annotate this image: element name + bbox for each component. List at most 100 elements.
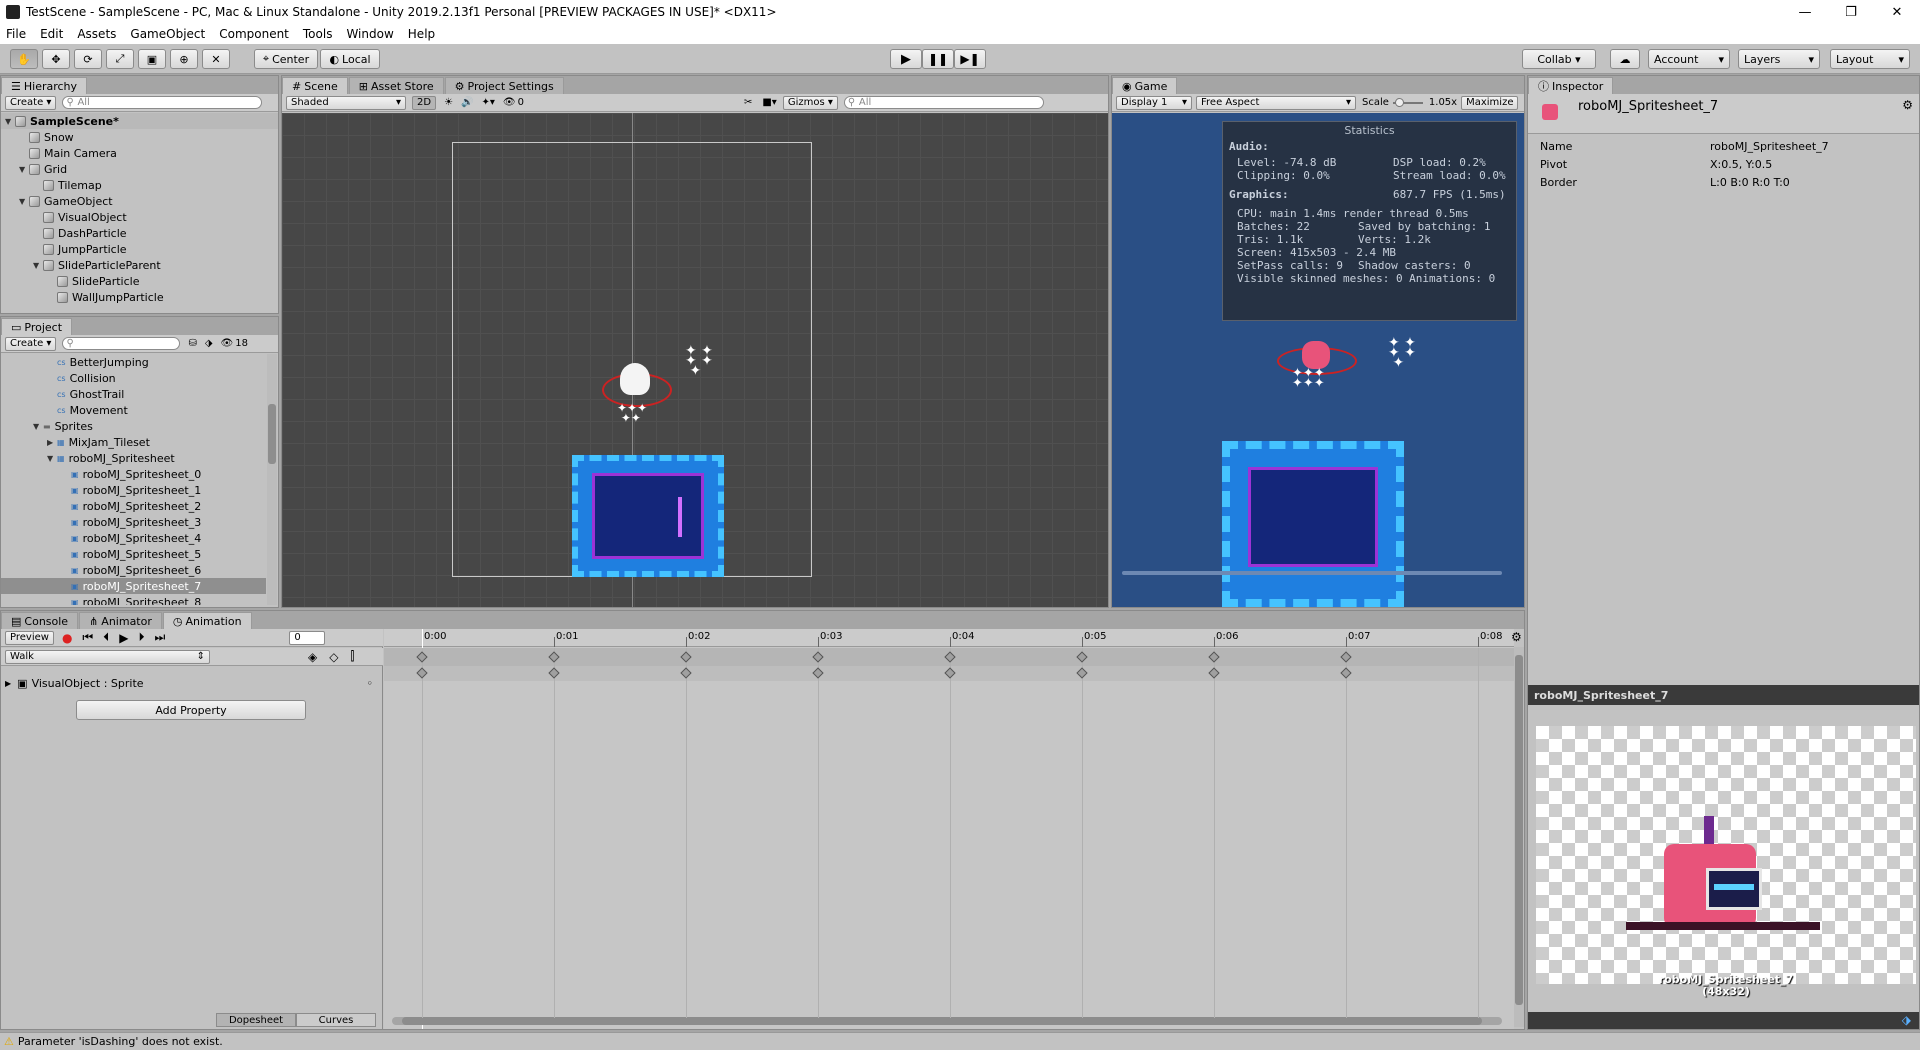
project-item[interactable]: cs Movement — [1, 402, 266, 418]
play-animation-icon[interactable]: ▶ — [119, 631, 128, 645]
scene-row[interactable]: ▼ SampleScene* — [1, 113, 278, 129]
rotate-tool-button[interactable]: ⟳ — [74, 49, 102, 69]
project-search-input[interactable]: ⚲ — [62, 337, 181, 350]
mode-2d-toggle[interactable]: 2D — [412, 95, 437, 110]
shading-mode-dropdown[interactable]: Shaded ▾ — [286, 95, 406, 110]
project-item[interactable]: ▣ roboMJ_Spritesheet_7 — [1, 578, 266, 594]
maximize-button[interactable]: ❐ — [1828, 0, 1874, 24]
menu-help[interactable]: Help — [408, 27, 435, 41]
hierarchy-item[interactable]: JumpParticle — [1, 241, 278, 257]
hidden-packages-icon[interactable]: 👁 — [221, 338, 234, 349]
tab-game[interactable]: ◉ Game — [1112, 77, 1178, 94]
custom-tool-button[interactable]: ✕ — [202, 49, 230, 69]
tab-inspector[interactable]: ⓘ Inspector — [1528, 77, 1614, 94]
expand-arrow-icon[interactable]: ▼ — [5, 117, 15, 126]
record-icon[interactable]: ● — [62, 631, 72, 645]
account-dropdown[interactable]: Account ▾ — [1648, 49, 1730, 69]
expand-arrow-icon[interactable]: ▼ — [33, 422, 43, 431]
status-message[interactable]: Parameter 'isDashing' does not exist. — [18, 1035, 223, 1048]
tab-asset-store[interactable]: ⊞ Asset Store — [348, 77, 444, 94]
menu-edit[interactable]: Edit — [40, 27, 63, 41]
rect-tool-button[interactable]: ▣ — [138, 49, 166, 69]
expand-arrow-icon[interactable]: ▼ — [33, 261, 43, 270]
project-item[interactable]: ▶ ▦ MixJam_Tileset — [1, 434, 266, 450]
project-item[interactable]: ▼ ▦ roboMJ_Spritesheet — [1, 450, 266, 466]
timeline-vscroll[interactable] — [1514, 647, 1524, 1027]
add-property-icon[interactable]: ⫿ — [350, 649, 354, 664]
menu-tools[interactable]: Tools — [303, 27, 333, 41]
hierarchy-item[interactable]: VisualObject — [1, 209, 278, 225]
project-scrollbar-thumb[interactable] — [268, 404, 276, 464]
menu-gameobject[interactable]: GameObject — [130, 27, 205, 41]
settings-gear-icon[interactable]: ⚙ — [1902, 98, 1913, 112]
layout-dropdown[interactable]: Layout ▾ — [1830, 49, 1910, 69]
step-button[interactable]: ▶❚ — [954, 49, 986, 69]
project-item[interactable]: ▣ roboMJ_Spritesheet_4 — [1, 530, 266, 546]
next-keyframe-icon[interactable]: ⏵ — [138, 630, 144, 645]
project-item[interactable]: cs BetterJumping — [1, 354, 266, 370]
move-tool-button[interactable]: ✥ — [42, 49, 70, 69]
project-item[interactable]: cs Collision — [1, 370, 266, 386]
project-item[interactable]: cs GhostTrail — [1, 386, 266, 402]
project-item[interactable]: ▣ roboMJ_Spritesheet_1 — [1, 482, 266, 498]
hierarchy-item[interactable]: Main Camera — [1, 145, 278, 161]
hand-tool-button[interactable]: ✋ — [10, 49, 38, 69]
prev-keyframe-icon[interactable]: ⏴ — [103, 630, 109, 645]
menu-assets[interactable]: Assets — [77, 27, 116, 41]
display-dropdown[interactable]: Display 1 ▾ — [1116, 95, 1192, 110]
scale-slider-thumb[interactable] — [1394, 97, 1404, 107]
tilemap-platform[interactable] — [572, 455, 724, 577]
close-button[interactable]: ✕ — [1874, 0, 1920, 24]
menu-file[interactable]: File — [6, 27, 26, 41]
hierarchy-item[interactable]: DashParticle — [1, 225, 278, 241]
project-item[interactable]: ▣ roboMJ_Spritesheet_8 — [1, 594, 266, 606]
timeline-settings-icon[interactable]: ⚙ — [1511, 630, 1522, 644]
preview-toggle[interactable]: Preview — [5, 630, 54, 645]
hierarchy-item[interactable]: ▼ GameObject — [1, 193, 278, 209]
layers-dropdown[interactable]: Layers ▾ — [1738, 49, 1820, 69]
tab-project[interactable]: ▭ Project — [1, 318, 73, 335]
aspect-dropdown[interactable]: Free Aspect ▾ — [1196, 95, 1356, 110]
add-event-icon[interactable]: ◇ — [329, 650, 338, 664]
minimize-button[interactable]: — — [1782, 0, 1828, 24]
hierarchy-item[interactable]: ▼ Grid — [1, 161, 278, 177]
scale-tool-button[interactable]: ⤢ — [106, 49, 134, 69]
tab-console[interactable]: ▤ Console — [1, 612, 79, 629]
gizmos-dropdown[interactable]: Gizmos ▾ — [782, 95, 838, 110]
menu-component[interactable]: Component — [219, 27, 289, 41]
hierarchy-item[interactable]: WallJumpParticle — [1, 289, 278, 305]
play-button[interactable]: ▶ — [890, 49, 922, 69]
timeline-ruler[interactable]: 0:00 0:01 0:02 0:03 0:04 0:05 0:06 0:07 0:08 — [384, 629, 1514, 647]
add-property-button[interactable]: Add Property — [76, 700, 306, 720]
pause-button[interactable]: ❚❚ — [922, 49, 954, 69]
scene-tools-icon[interactable]: ✂ — [744, 97, 752, 108]
curves-tab[interactable]: Curves — [296, 1013, 376, 1027]
project-item[interactable]: ▼ ▬ Sprites — [1, 418, 266, 434]
expand-arrow-icon[interactable]: ▼ — [19, 165, 29, 174]
collab-button[interactable]: Collab ▾ — [1522, 49, 1596, 69]
project-item[interactable]: ▣ roboMJ_Spritesheet_3 — [1, 514, 266, 530]
expand-arrow-icon[interactable]: ▼ — [47, 454, 57, 463]
hierarchy-item[interactable]: Snow — [1, 129, 278, 145]
last-keyframe-icon[interactable]: ⏭ — [155, 630, 166, 645]
timeline-vscroll-thumb[interactable] — [1515, 655, 1523, 1005]
pivot-center-button[interactable]: ⌖ Center — [254, 49, 318, 69]
tab-animation[interactable]: ◷ Animation — [162, 612, 252, 629]
audio-icon[interactable]: 🔊 — [461, 97, 473, 108]
lighting-icon[interactable]: ☀ — [444, 97, 453, 108]
expand-arrow-icon[interactable]: ▼ — [19, 197, 29, 206]
effects-icon[interactable]: ✦▾ — [481, 97, 494, 108]
project-item[interactable]: ▣ roboMJ_Spritesheet_2 — [1, 498, 266, 514]
tab-project-settings[interactable]: ⚙ Project Settings — [444, 77, 564, 94]
sprite-preview[interactable] — [1536, 726, 1916, 984]
project-item[interactable]: ▣ roboMJ_Spritesheet_6 — [1, 562, 266, 578]
project-item[interactable]: ▣ roboMJ_Spritesheet_5 — [1, 546, 266, 562]
filter-label-icon[interactable]: ⬗ — [205, 338, 213, 349]
transform-tool-button[interactable]: ⊕ — [170, 49, 198, 69]
frame-field[interactable]: 0 — [289, 630, 326, 645]
timeline-scrollbar[interactable] — [392, 1017, 1502, 1025]
scene-search-input[interactable]: All ⚲ — [843, 96, 1044, 109]
hierarchy-create-button[interactable]: Create ▾ — [5, 95, 57, 110]
expand-arrow-icon[interactable]: ▶ — [47, 438, 57, 447]
tab-animator[interactable]: ⋔ Animator — [79, 612, 162, 629]
